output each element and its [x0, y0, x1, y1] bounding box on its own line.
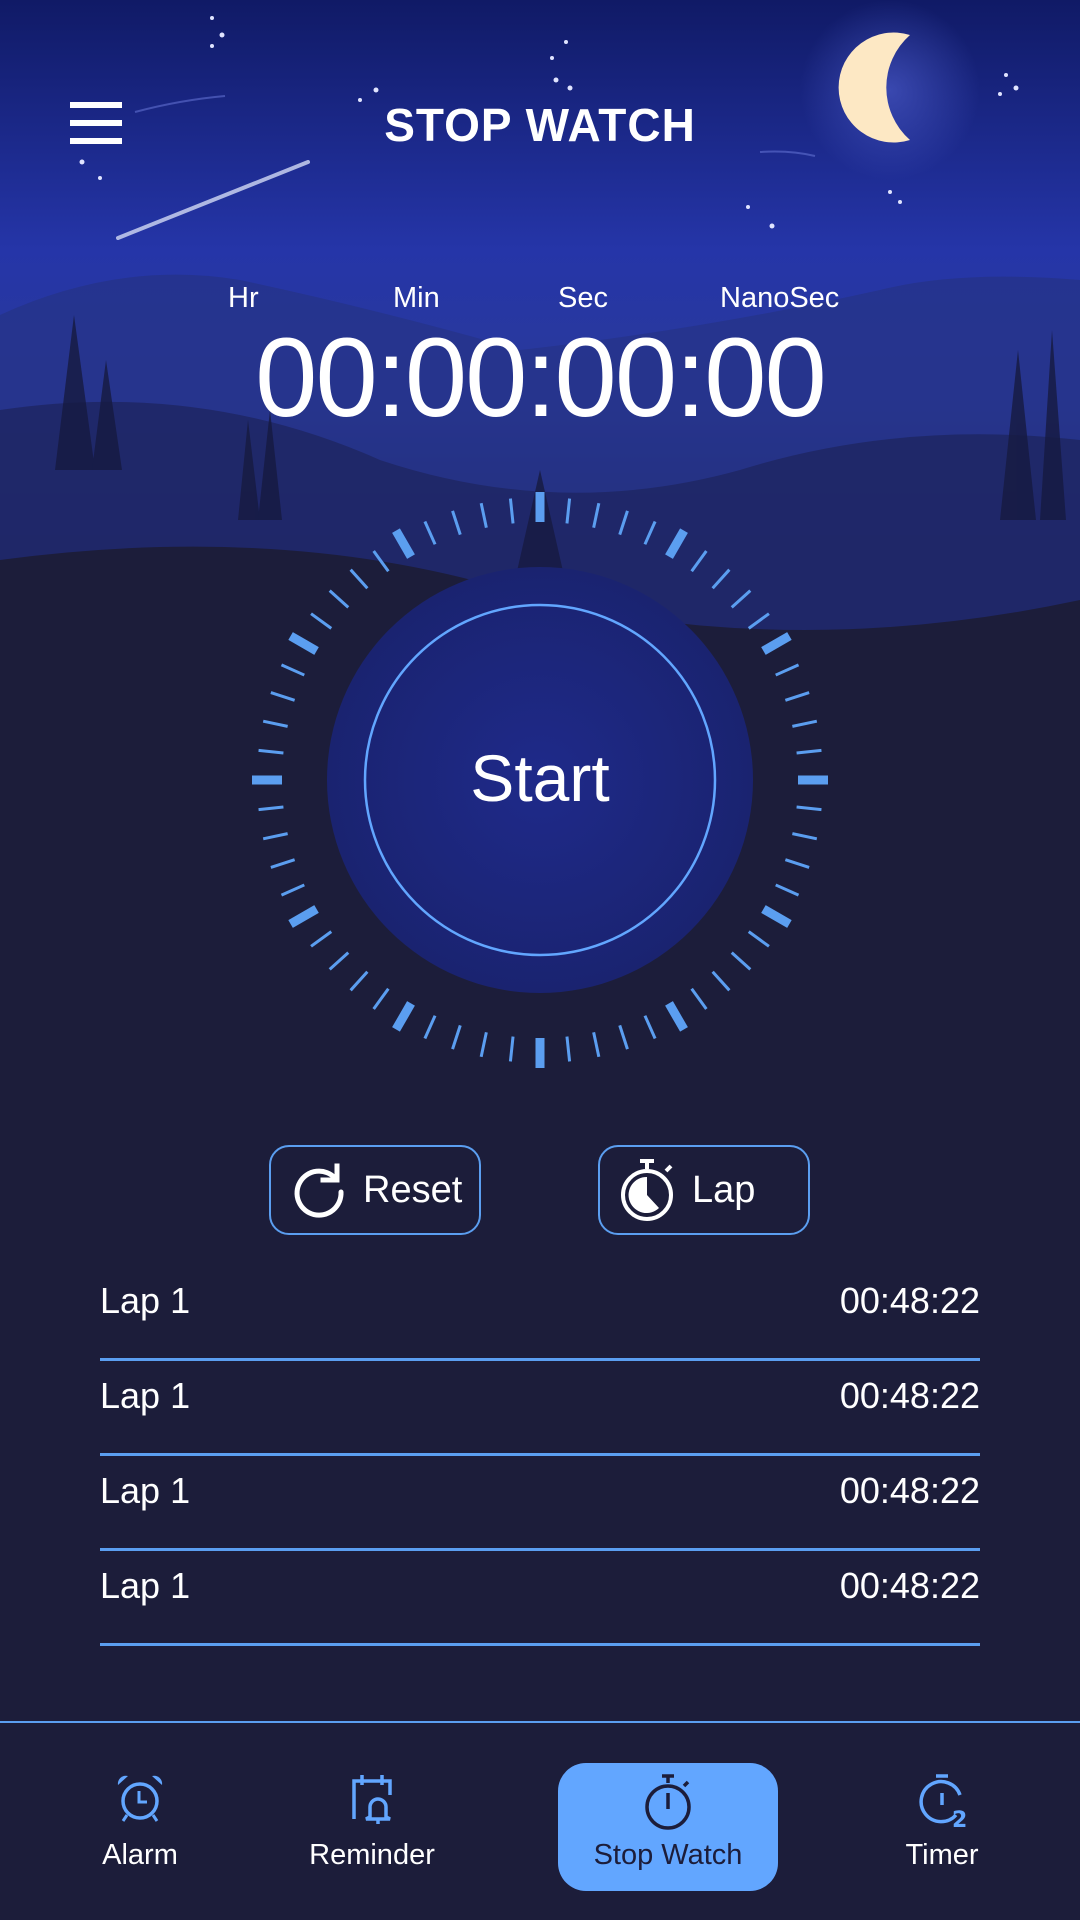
- dial-minor-tick: [711, 970, 731, 992]
- nav-label: Stop Watch: [593, 1839, 743, 1871]
- dial-minor-tick: [592, 1032, 601, 1058]
- dial-major-tick: [288, 632, 319, 655]
- dial-minor-tick: [372, 550, 390, 573]
- dial-minor-tick: [565, 1036, 572, 1062]
- dial-minor-tick: [643, 520, 657, 545]
- dial-minor-tick: [792, 832, 818, 841]
- dial-minor-tick: [328, 951, 350, 971]
- dial-minor-tick: [792, 719, 818, 728]
- dial-minor-tick: [280, 663, 305, 677]
- nav-label: Alarm: [102, 1839, 178, 1871]
- lap-name: Lap 1: [100, 1280, 191, 1321]
- alarm-clock-icon: [117, 1775, 163, 1822]
- reset-label: Reset: [363, 1168, 463, 1211]
- reset-button[interactable]: Reset: [269, 1145, 481, 1235]
- nav-item-timer[interactable]: 2 Timer: [832, 1763, 1052, 1891]
- nav-label: Timer: [905, 1839, 979, 1871]
- lap-time: 00:48:22: [839, 1470, 980, 1511]
- dial-minor-tick: [262, 719, 288, 728]
- dial-minor-tick: [262, 832, 288, 841]
- dial-minor-tick: [747, 930, 770, 948]
- lap-time: 00:48:22: [839, 1565, 980, 1606]
- dial-major-tick: [392, 528, 415, 559]
- nav-item-stop-watch[interactable]: Stop Watch: [558, 1763, 778, 1891]
- nav-label: Reminder: [309, 1839, 435, 1871]
- dial-minor-tick: [280, 883, 305, 897]
- lap-row: Lap 1 00:48:22: [100, 1551, 980, 1646]
- dial-minor-tick: [730, 589, 752, 609]
- dial-minor-tick: [508, 498, 515, 524]
- dial-minor-tick: [479, 502, 488, 528]
- dial-minor-tick: [310, 612, 333, 630]
- dial-minor-tick: [784, 858, 810, 869]
- lap-row: Lap 1 00:48:22: [100, 1361, 980, 1456]
- dial-minor-tick: [711, 568, 731, 590]
- dial-major-tick: [288, 905, 319, 928]
- dial-minor-tick: [270, 691, 296, 702]
- lap-button[interactable]: Lap: [598, 1145, 810, 1235]
- dial-minor-tick: [775, 883, 800, 897]
- dial-minor-tick: [310, 930, 333, 948]
- unit-label-nanosec: NanoSec: [720, 282, 840, 314]
- dial-minor-tick: [451, 510, 462, 536]
- nav-divider: [0, 1721, 1080, 1723]
- dial-minor-tick: [423, 520, 437, 545]
- lap-row: Lap 1 00:48:22: [100, 1266, 980, 1361]
- dial-minor-tick: [643, 1015, 657, 1040]
- lap-name: Lap 1: [100, 1565, 191, 1606]
- lap-row: Lap 1 00:48:22: [100, 1456, 980, 1551]
- dial-minor-tick: [784, 691, 810, 702]
- dial-major-tick: [665, 528, 688, 559]
- dial-minor-tick: [775, 663, 800, 677]
- dial-minor-tick: [690, 550, 708, 573]
- nav-item-alarm[interactable]: Alarm: [30, 1763, 250, 1891]
- dial-minor-tick: [451, 1024, 462, 1050]
- unit-label-hr: Hr: [228, 282, 259, 314]
- dial-minor-tick: [423, 1015, 437, 1040]
- lap-time: 00:48:22: [839, 1375, 980, 1416]
- dial-minor-tick: [592, 502, 601, 528]
- dial-minor-tick: [730, 951, 752, 971]
- dial-minor-tick: [349, 970, 369, 992]
- lap-time: 00:48:22: [839, 1280, 980, 1321]
- dial-major-tick: [392, 1001, 415, 1032]
- lap-label: Lap: [692, 1168, 756, 1211]
- unit-label-sec: Sec: [558, 282, 608, 314]
- nav-item-reminder[interactable]: Reminder: [262, 1763, 482, 1891]
- dial-minor-tick: [690, 987, 708, 1010]
- dial-minor-tick: [270, 858, 296, 869]
- dial-major-tick: [761, 632, 792, 655]
- dial-minor-tick: [565, 498, 572, 524]
- page-title: STOP WATCH: [384, 99, 696, 151]
- timer-icon: 2: [919, 1774, 967, 1829]
- dial-major-tick: [761, 905, 792, 928]
- time-display: 00:00:00:00: [255, 315, 827, 440]
- dial-minor-tick: [479, 1032, 488, 1058]
- stopwatch-icon: [645, 1774, 691, 1830]
- refresh-icon: [294, 1163, 344, 1218]
- unit-label-min: Min: [393, 282, 440, 314]
- dial-minor-tick: [618, 1024, 629, 1050]
- dial-minor-tick: [508, 1036, 515, 1062]
- stopwatch-icon: [621, 1159, 673, 1221]
- dial-minor-tick: [372, 987, 390, 1010]
- dial-minor-tick: [349, 568, 369, 590]
- dial-minor-tick: [328, 589, 350, 609]
- lap-name: Lap 1: [100, 1375, 191, 1416]
- dial-major-tick: [665, 1001, 688, 1032]
- dial-minor-tick: [618, 510, 629, 536]
- start-button[interactable]: Start: [0, 740, 1080, 816]
- svg-text:2: 2: [952, 1808, 967, 1829]
- calendar-bell-icon: [352, 1775, 392, 1824]
- lap-name: Lap 1: [100, 1470, 191, 1511]
- dial-minor-tick: [747, 612, 770, 630]
